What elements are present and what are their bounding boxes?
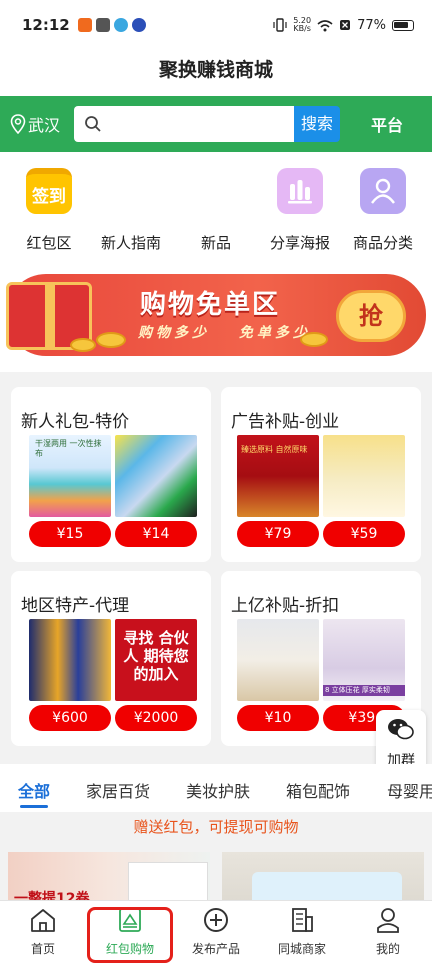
promo-text: 赠送红包，可提现可购物 xyxy=(0,812,432,852)
quick-menu-label: 新人指南 xyxy=(100,234,161,252)
plus-circle-icon xyxy=(204,908,228,932)
nav-label: 发布产品 xyxy=(191,942,240,956)
card-title: 地区特产-代理 xyxy=(21,596,130,616)
product-card[interactable]: 地区特产-代理 寻找 合伙人 期待您的加入 ¥600 ¥2000 xyxy=(11,571,211,746)
product-price[interactable]: ¥79 xyxy=(237,521,319,547)
notification-app-icon xyxy=(77,18,92,32)
product-image-text: 寻找 合伙人 期待您的加入 xyxy=(123,629,189,683)
join-group-button[interactable]: 加群 xyxy=(376,710,426,772)
product-image[interactable] xyxy=(237,619,319,701)
quick-menu-label: 商品分类 xyxy=(352,234,413,252)
nav-label: 首页 xyxy=(30,942,55,956)
tab-baby[interactable]: 母婴用 xyxy=(387,778,432,802)
vibrate-icon xyxy=(273,18,287,32)
sign-in-calendar-icon: 签到 xyxy=(26,168,72,214)
search-icon xyxy=(85,116,101,132)
nav-home[interactable]: 首页 xyxy=(0,907,86,957)
card-title: 新人礼包-特价 xyxy=(21,412,130,432)
quick-menu-label: 新品 xyxy=(200,234,231,252)
building-icon xyxy=(292,908,313,932)
quick-menu-label: 红包区 xyxy=(26,234,72,252)
banner-subtitle-right: 免单多少 xyxy=(238,325,311,341)
location-pin-icon xyxy=(10,114,26,134)
product-price[interactable]: ¥15 xyxy=(29,521,111,547)
card-title: 广告补贴-创业 xyxy=(231,412,340,432)
card-title: 上亿补贴-折扣 xyxy=(231,596,340,616)
quick-menu-red-packet[interactable]: 签到 红包区 xyxy=(9,168,89,253)
product-image-text: 8 立体压花 厚实柔韧 xyxy=(323,685,405,696)
coin-icon xyxy=(96,332,126,348)
net-speed: 5.20 KB/s xyxy=(293,17,311,33)
nav-label: 我的 xyxy=(375,942,400,956)
battery-icon xyxy=(392,19,414,31)
tab-active-indicator xyxy=(20,805,48,808)
product-image[interactable] xyxy=(29,619,111,701)
product-price[interactable]: ¥600 xyxy=(29,705,111,731)
status-bar: 12:12 5.20 KB/s 77% xyxy=(0,0,432,50)
banner-title: 购物免单区 xyxy=(140,290,281,320)
product-image[interactable]: 臻选原料 自然原味 xyxy=(237,435,319,517)
product-image-text: 干湿两用 一次性抹布 xyxy=(35,439,102,458)
blank-icon xyxy=(193,168,239,214)
banner-subtitle: 购物多少 免单多少 xyxy=(138,322,311,342)
product-image[interactable]: 8 立体压花 厚实柔韧 xyxy=(323,619,405,701)
sign-in-text: 签到 xyxy=(32,186,66,207)
nav-highlight-box xyxy=(87,907,173,963)
product-price[interactable]: ¥59 xyxy=(323,521,405,547)
city-name: 武汉 xyxy=(28,116,61,135)
banner-subtitle-left: 购物多少 xyxy=(138,325,210,341)
quick-menu-newbie-guide[interactable]: 新人指南 xyxy=(91,168,171,253)
status-right: 5.20 KB/s 77% xyxy=(273,17,414,33)
quick-menu-label: 分享海报 xyxy=(269,234,330,252)
product-price[interactable]: ¥14 xyxy=(115,521,197,547)
category-tabs: 全部 家居百货 美妆护肤 箱包配饰 母婴用 xyxy=(0,764,432,812)
notification-app-icon xyxy=(95,18,110,32)
quick-menu-new-products[interactable]: 新品 xyxy=(176,168,256,253)
city-selector[interactable]: 武汉 xyxy=(10,112,68,136)
search-bar: 武汉 搜索 平台 xyxy=(0,96,432,152)
product-card[interactable]: 广告补贴-创业 臻选原料 自然原味 ¥79 ¥59 xyxy=(221,387,421,562)
tab-home-goods[interactable]: 家居百货 xyxy=(86,778,150,802)
tab-all[interactable]: 全部 xyxy=(18,778,50,802)
user-share-icon xyxy=(360,168,406,214)
wechat-icon xyxy=(388,719,414,740)
nav-label: 同城商家 xyxy=(277,942,326,956)
page-title: 聚换赚钱商城 xyxy=(0,50,432,96)
nav-publish-product[interactable]: 发布产品 xyxy=(173,907,259,957)
product-image-text: 臻选原料 自然原味 xyxy=(241,445,308,454)
quick-menu-categories[interactable]: 商品分类 xyxy=(343,168,423,253)
product-card[interactable]: 新人礼包-特价 干湿两用 一次性抹布 ¥15 ¥14 xyxy=(11,387,211,562)
blank-icon xyxy=(108,168,154,214)
quick-menu-share-poster[interactable]: 分享海报 xyxy=(260,168,340,253)
tab-beauty[interactable]: 美妆护肤 xyxy=(186,778,250,802)
net-speed-unit: KB/s xyxy=(293,24,311,33)
search-input[interactable] xyxy=(74,106,294,142)
product-price[interactable]: ¥10 xyxy=(237,705,319,731)
home-icon xyxy=(31,909,55,932)
quick-menu: 签到 红包区 新人指南 新品 分享海报 商品分类 xyxy=(0,152,432,262)
no-sim-icon xyxy=(340,20,351,30)
wifi-icon xyxy=(317,19,333,31)
notification-app-icon xyxy=(131,18,146,32)
product-image[interactable]: 干湿两用 一次性抹布 xyxy=(29,435,111,517)
product-image[interactable] xyxy=(323,435,405,517)
nav-mine[interactable]: 我的 xyxy=(345,907,431,957)
product-image[interactable]: 寻找 合伙人 期待您的加入 xyxy=(115,619,197,701)
battery-percent: 77% xyxy=(357,17,386,33)
platform-button[interactable]: 平台 xyxy=(352,112,422,136)
bottom-nav: 首页 红包购物 发布产品 同城商家 我的 xyxy=(0,900,432,964)
product-image[interactable] xyxy=(115,435,197,517)
notification-app-icon xyxy=(113,18,128,32)
grab-badge[interactable]: 抢 xyxy=(336,290,406,342)
search-button[interactable]: 搜索 xyxy=(294,106,340,142)
tab-bags[interactable]: 箱包配饰 xyxy=(286,778,350,802)
product-price[interactable]: ¥2000 xyxy=(115,705,197,731)
app-screen: 12:12 5.20 KB/s 77% 聚换赚钱商城 武汉 搜索 平台 签到 红… xyxy=(0,0,432,964)
bar-chart-icon xyxy=(277,168,323,214)
coin-icon xyxy=(70,338,96,352)
person-icon xyxy=(377,908,399,933)
nav-local-merchants[interactable]: 同城商家 xyxy=(259,907,345,957)
status-time: 12:12 xyxy=(22,16,70,34)
free-order-banner[interactable]: 购物免单区 购物多少 免单多少 抢 xyxy=(0,262,432,372)
